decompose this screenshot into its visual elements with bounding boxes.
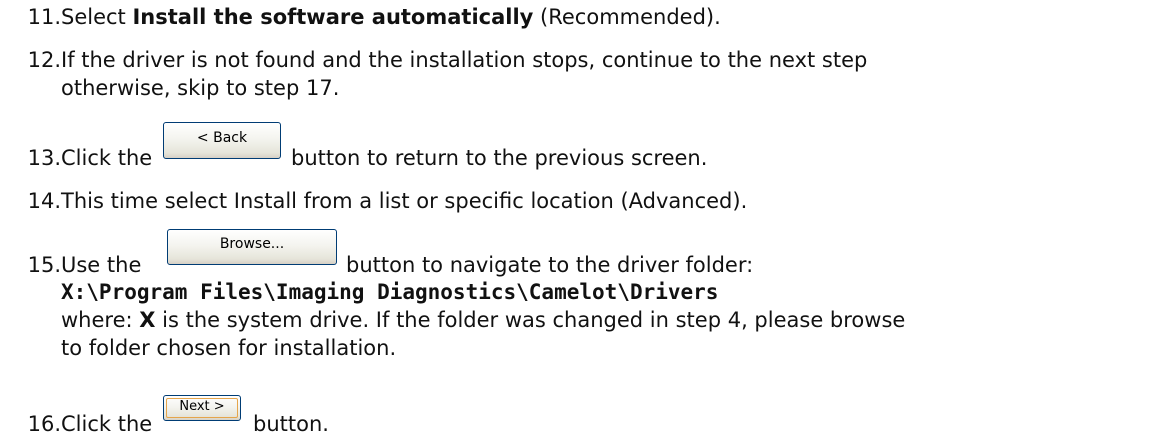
step-16-tail: button. — [253, 412, 329, 436]
back-button[interactable]: < Back — [163, 122, 281, 159]
step-number: 16. — [27, 412, 61, 436]
step-14: 14.This time select Install from a list … — [0, 187, 748, 215]
step-15: 15.Use the — [0, 251, 142, 279]
step-15-continuation: to folder chosen for installation. — [61, 336, 397, 360]
step-number: 15. — [27, 253, 61, 277]
step-text: Select — [61, 5, 133, 29]
step-12: 12.If the driver is not found and the in… — [0, 46, 868, 74]
step-text: is the system drive. If the folder was c… — [155, 308, 906, 332]
step-number: 14. — [27, 189, 61, 213]
step-text: (Recommended). — [533, 5, 721, 29]
step-number: 13. — [27, 146, 61, 170]
browse-button[interactable]: Browse... — [167, 229, 337, 265]
step-16: 16.Click the — [0, 410, 153, 438]
step-13: 13.Click the — [0, 144, 153, 172]
next-button[interactable]: Next > — [163, 395, 241, 421]
back-button-label: < Back — [196, 130, 248, 146]
next-button-label: Next > — [179, 399, 225, 414]
step-text: Click the — [61, 146, 153, 170]
step-text: Click the — [61, 412, 153, 436]
step-bold-text: Install the software automatically — [132, 5, 534, 29]
step-12-continuation: otherwise, skip to step 17. — [61, 76, 340, 100]
step-13-tail: button to return to the previous screen. — [291, 146, 708, 170]
step-text: This time select Install from a list or … — [61, 189, 748, 213]
browse-button-label: Browse... — [219, 236, 285, 252]
driver-folder-path: X:\Program Files\Imaging Diagnostics\Cam… — [61, 280, 719, 304]
step-text: Use the — [61, 253, 142, 277]
step-number: 12. — [27, 48, 61, 72]
step-11: 11.Select Install the software automatic… — [0, 3, 721, 31]
instruction-list: 11.Select Install the software automatic… — [0, 0, 1170, 443]
drive-letter: X — [139, 308, 156, 332]
step-number: 11. — [27, 5, 61, 29]
step-15-tail: button to navigate to the driver folder: — [346, 253, 754, 277]
step-text: where: — [61, 308, 140, 332]
step-15-where: where: X is the system drive. If the fol… — [61, 306, 905, 334]
step-text: If the driver is not found and the insta… — [61, 48, 868, 72]
